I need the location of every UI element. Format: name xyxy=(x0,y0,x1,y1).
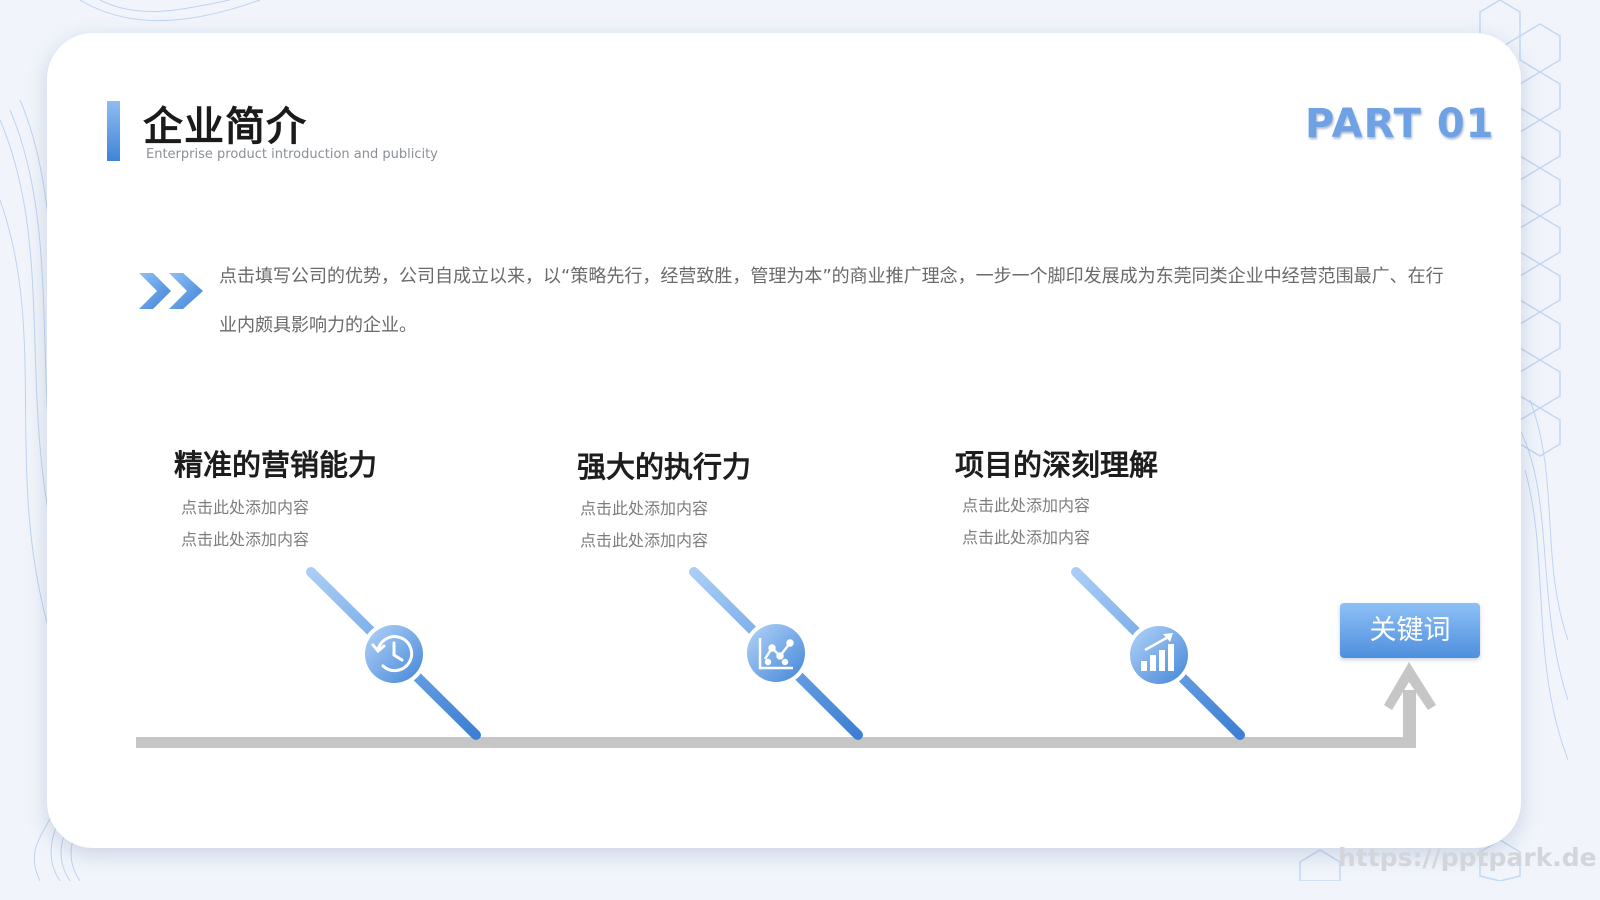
watermark-text: https://pptpark.de xyxy=(1338,843,1597,872)
keyword-box: 关键词 xyxy=(1340,603,1480,658)
timeline-arrow-shaft xyxy=(1403,690,1416,748)
timeline-axis xyxy=(136,737,1416,748)
timeline-diagram xyxy=(136,567,1436,748)
